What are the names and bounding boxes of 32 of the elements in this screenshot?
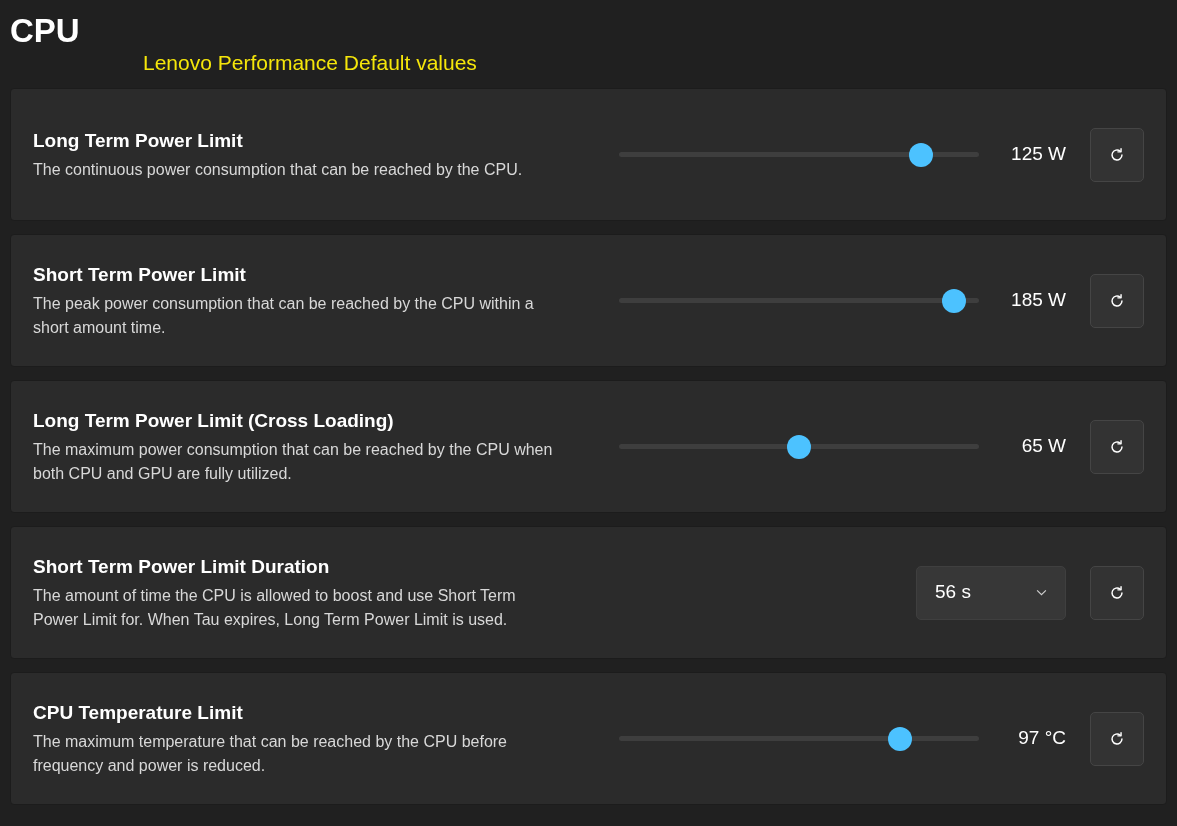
reset-icon	[1108, 729, 1126, 748]
reset-icon	[1108, 145, 1126, 164]
reset-icon	[1108, 583, 1126, 602]
reset-button[interactable]	[1090, 127, 1144, 182]
annotation-text: Lenovo Performance Default values	[143, 51, 477, 74]
slider-thumb[interactable]	[787, 434, 811, 459]
duration-dropdown[interactable]: 56 s	[916, 565, 1066, 620]
slider-thumb[interactable]	[909, 142, 934, 167]
page-title: CPU	[10, 12, 80, 49]
setting-description: The peak power consumption that can be reached by the CPU within a short amount time.	[33, 293, 535, 338]
slider-thumb[interactable]	[941, 288, 966, 313]
reset-button[interactable]	[1090, 711, 1144, 766]
slider-thumb[interactable]	[887, 726, 912, 751]
reset-icon	[1108, 291, 1126, 310]
setting-description: The continuous power consumption that can be reached by the CPU.	[33, 159, 524, 180]
value-label: 125 W	[1010, 142, 1066, 167]
reset-icon	[1108, 437, 1126, 456]
value-label: 185 W	[1010, 288, 1066, 313]
setting-description: The maximum temperature that can be reached by the CPU before frequency and power is reduced.	[33, 731, 508, 776]
setting-description: The amount of time the CPU is allowed to boost and use Short Term Power Limit for. When Tau expires, Long Term Power Limit is used.	[33, 585, 517, 630]
reset-button[interactable]	[1090, 565, 1144, 620]
reset-button[interactable]	[1090, 419, 1144, 474]
reset-button[interactable]	[1090, 273, 1144, 328]
value-label: 65 W	[1020, 434, 1066, 459]
setting-title: Long Term Power Limit (Cross Loading)	[33, 408, 395, 433]
setting-title: Long Term Power Limit	[33, 128, 244, 153]
setting-description: The maximum power consumption that can be reached by the CPU when both CPU and GPU are fully utilized.	[33, 439, 554, 484]
value-label: 97 °C	[1017, 726, 1066, 751]
setting-title: CPU Temperature Limit	[33, 700, 244, 725]
chevron-down-icon	[1036, 589, 1047, 596]
setting-title: Short Term Power Limit Duration	[33, 554, 331, 579]
setting-title: Short Term Power Limit	[33, 262, 247, 287]
